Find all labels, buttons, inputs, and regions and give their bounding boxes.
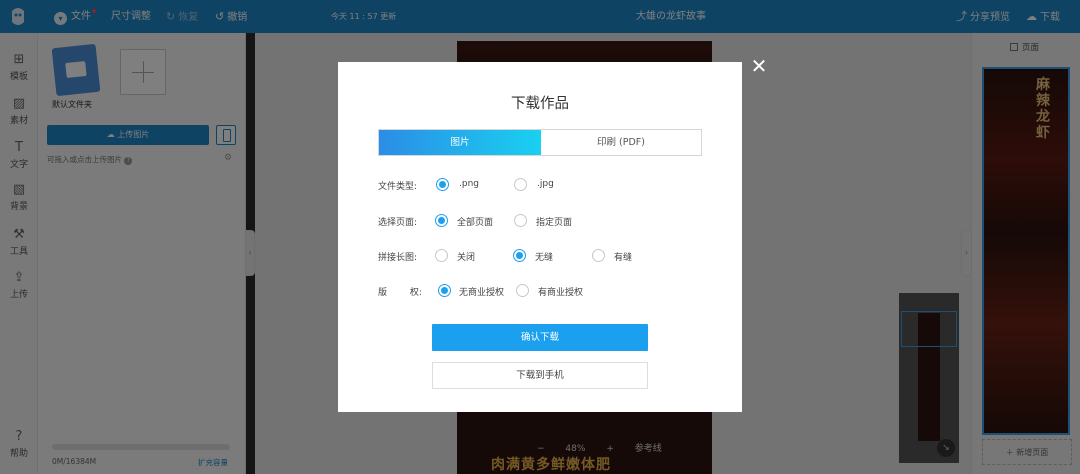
option-with-gap[interactable]: 有缝	[614, 250, 632, 263]
radio-specific-pages[interactable]	[514, 214, 527, 227]
download-to-phone-button[interactable]: 下载到手机	[432, 362, 648, 389]
radio-png[interactable]	[436, 178, 449, 191]
option-jpg[interactable]: .jpg	[537, 179, 554, 189]
option-specific-pages[interactable]: 指定页面	[536, 215, 572, 228]
option-seamless[interactable]: 无缝	[535, 250, 553, 263]
confirm-download-button[interactable]: 确认下载	[432, 324, 648, 351]
download-tabs: 图片 印刷 (PDF)	[378, 129, 702, 156]
option-no-commercial[interactable]: 无商业授权	[459, 285, 504, 298]
dialog-title: 下载作品	[511, 96, 569, 112]
tab-print-pdf[interactable]: 印刷 (PDF)	[541, 130, 701, 155]
stitch-label: 拼接长图:	[378, 253, 418, 263]
tab-image[interactable]: 图片	[379, 130, 541, 155]
radio-stitch-off[interactable]	[435, 249, 448, 262]
option-all-pages[interactable]: 全部页面	[457, 215, 493, 228]
close-icon[interactable]: ✕	[749, 56, 769, 76]
option-commercial[interactable]: 有商业授权	[538, 285, 583, 298]
option-stitch-off[interactable]: 关闭	[457, 250, 475, 263]
option-png[interactable]: .png	[459, 179, 479, 189]
radio-commercial[interactable]	[516, 284, 529, 297]
file-type-label: 文件类型:	[378, 182, 418, 192]
radio-with-gap[interactable]	[592, 249, 605, 262]
license-label: 版 权:	[378, 288, 422, 298]
radio-seamless[interactable]	[513, 249, 526, 262]
download-dialog: 下载作品 图片 印刷 (PDF) 文件类型: .png .jpg 选择页面: 全…	[338, 62, 742, 412]
page-select-label: 选择页面:	[378, 218, 418, 228]
radio-jpg[interactable]	[514, 178, 527, 191]
radio-no-commercial[interactable]	[438, 284, 451, 297]
radio-all-pages[interactable]	[435, 214, 448, 227]
